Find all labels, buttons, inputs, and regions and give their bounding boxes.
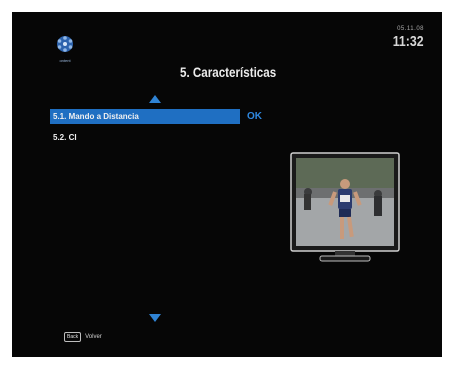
menu-item-ci[interactable]: 5.2. CI	[50, 130, 240, 145]
arrow-down-icon[interactable]	[149, 314, 161, 322]
arrow-up-icon[interactable]	[149, 95, 161, 103]
brand-logo: ontent	[55, 34, 75, 66]
clock-date: 05.11.08	[397, 26, 424, 32]
back-key[interactable]: Back	[64, 332, 82, 342]
clock: 05.11.08 11:32	[386, 26, 424, 50]
page-title: 5. Características	[180, 65, 277, 80]
ok-label[interactable]: OK	[247, 109, 262, 124]
back-hint[interactable]: Back Volver	[64, 332, 102, 342]
back-label: Volver	[85, 334, 102, 340]
tv-preview-icon	[290, 152, 400, 267]
tv-screen: ontent 05.11.08 11:32 5. Características…	[12, 12, 442, 357]
logo-text: ontent	[59, 58, 71, 63]
snowflake-logo-icon: ontent	[57, 36, 73, 63]
menu-item-mando-a-distancia[interactable]: 5.1. Mando a Distancia	[50, 109, 240, 124]
clock-time: 11:32	[393, 33, 424, 50]
